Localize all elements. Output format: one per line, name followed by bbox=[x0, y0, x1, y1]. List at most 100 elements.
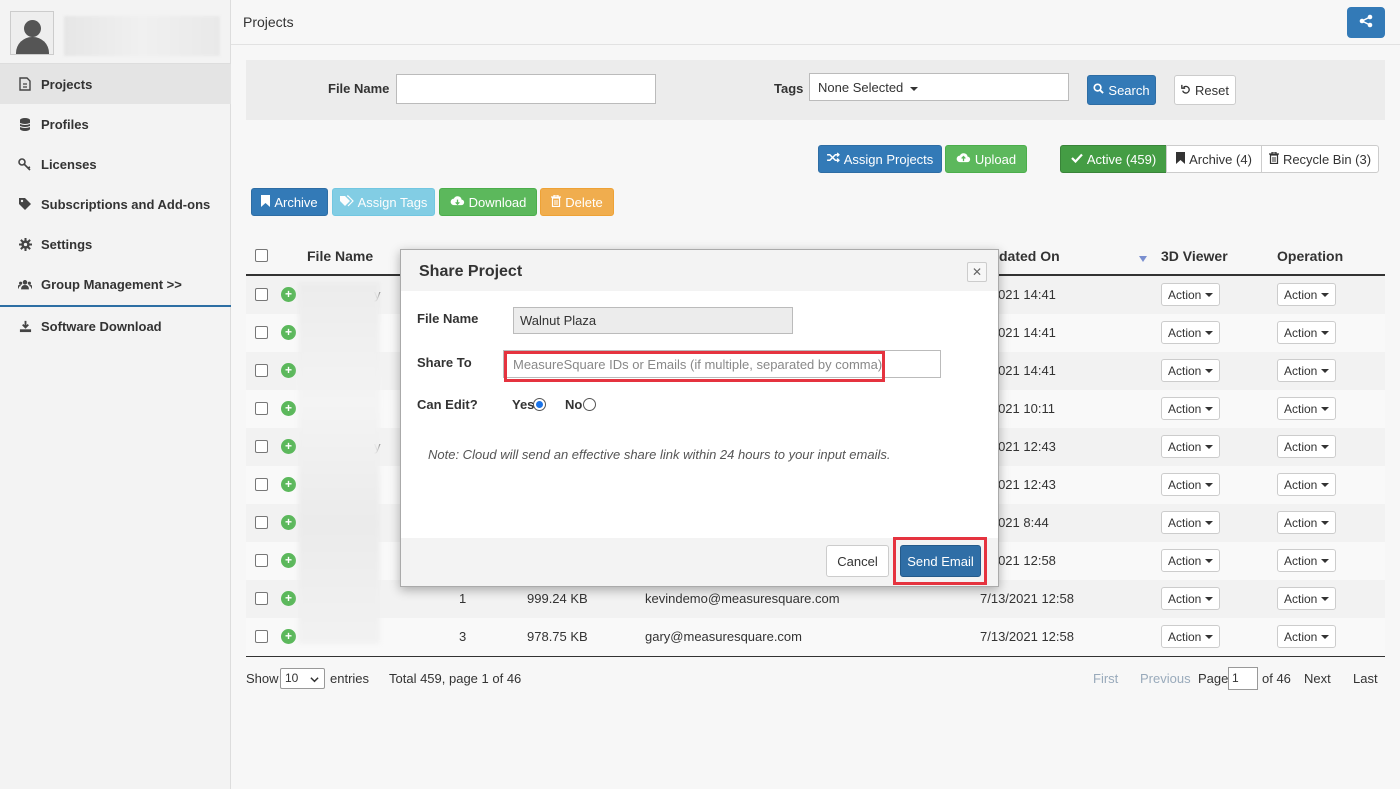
sidebar-item-projects[interactable]: Projects bbox=[0, 64, 231, 104]
tags-select[interactable]: None Selected bbox=[809, 73, 1069, 101]
operation-action-button[interactable]: Action bbox=[1277, 321, 1337, 344]
first-page-link[interactable]: First bbox=[1093, 671, 1118, 686]
entries-select-value: 10 bbox=[285, 671, 299, 685]
caret-down-icon bbox=[1205, 444, 1214, 449]
viewer-action-button[interactable]: Action bbox=[1161, 435, 1221, 458]
expand-plus-icon[interactable]: + bbox=[281, 401, 296, 416]
close-button[interactable]: ✕ bbox=[967, 262, 987, 282]
viewer-action-button[interactable]: Action bbox=[1161, 359, 1221, 382]
sidebar-item-label: Subscriptions and Add-ons bbox=[41, 196, 211, 212]
caret-down-icon bbox=[1205, 406, 1214, 411]
sort-desc-icon[interactable] bbox=[1139, 256, 1147, 262]
operation-action-button[interactable]: Action bbox=[1277, 549, 1337, 572]
row-checkbox[interactable] bbox=[255, 288, 268, 301]
close-icon: ✕ bbox=[971, 265, 983, 279]
sidebar-item-licenses[interactable]: Licenses bbox=[0, 144, 231, 184]
size-cell: 978.75 KB bbox=[527, 629, 588, 644]
expand-plus-icon[interactable]: + bbox=[281, 439, 296, 454]
viewer-action-button[interactable]: Action bbox=[1161, 473, 1221, 496]
caret-down-icon bbox=[1321, 330, 1330, 335]
caret-down-icon bbox=[1321, 368, 1330, 373]
operation-action-button[interactable]: Action bbox=[1277, 587, 1337, 610]
row-checkbox[interactable] bbox=[255, 554, 268, 567]
operation-action-button[interactable]: Action bbox=[1277, 625, 1337, 648]
row-checkbox[interactable] bbox=[255, 402, 268, 415]
expand-plus-icon[interactable]: + bbox=[281, 363, 296, 378]
sidebar-item-label: Projects bbox=[41, 76, 93, 92]
row-checkbox[interactable] bbox=[255, 478, 268, 491]
can-edit-yes-radio[interactable] bbox=[533, 398, 546, 411]
assign-projects-label: Assign Projects bbox=[843, 151, 934, 167]
viewer-action-button[interactable]: Action bbox=[1161, 397, 1221, 420]
file-icon bbox=[18, 77, 32, 91]
viewer-action-button[interactable]: Action bbox=[1161, 549, 1221, 572]
operation-action-button[interactable]: Action bbox=[1277, 283, 1337, 306]
action-label: Action bbox=[1284, 363, 1318, 378]
operation-action-button[interactable]: Action bbox=[1277, 359, 1337, 382]
operation-action-button[interactable]: Action bbox=[1277, 397, 1337, 420]
count-cell: 1 bbox=[459, 591, 467, 606]
row-checkbox[interactable] bbox=[255, 592, 268, 605]
page-total-label: of 46 bbox=[1262, 671, 1291, 686]
tags-icon bbox=[18, 197, 32, 211]
tab-archive[interactable]: Archive (4) bbox=[1166, 145, 1262, 173]
column-file-name[interactable]: File Name bbox=[307, 248, 373, 264]
expand-plus-icon[interactable]: + bbox=[281, 515, 296, 530]
assign-tags-button[interactable]: Assign Tags bbox=[332, 188, 435, 216]
row-checkbox[interactable] bbox=[255, 364, 268, 377]
row-checkbox[interactable] bbox=[255, 630, 268, 643]
action-label: Action bbox=[1168, 287, 1202, 302]
row-checkbox[interactable] bbox=[255, 326, 268, 339]
sidebar-item-settings[interactable]: Settings bbox=[0, 224, 231, 264]
sidebar-item-group-management[interactable]: Group Management >> bbox=[0, 264, 231, 304]
row-checkbox[interactable] bbox=[255, 516, 268, 529]
database-icon bbox=[18, 117, 32, 131]
viewer-action-button[interactable]: Action bbox=[1161, 625, 1221, 648]
viewer-action-button[interactable]: Action bbox=[1161, 283, 1221, 306]
viewer-action-button[interactable]: Action bbox=[1161, 587, 1221, 610]
sidebar-item-subscriptions[interactable]: Subscriptions and Add-ons bbox=[0, 184, 231, 224]
updated-on-cell: 7/13/2021 12:58 bbox=[980, 591, 1074, 606]
next-page-link[interactable]: Next bbox=[1304, 671, 1331, 686]
upload-button[interactable]: Upload bbox=[945, 145, 1027, 173]
viewer-action-button[interactable]: Action bbox=[1161, 321, 1221, 344]
tab-active[interactable]: Active (459) bbox=[1060, 145, 1167, 173]
sidebar-item-software-download[interactable]: Software Download bbox=[0, 306, 231, 346]
expand-plus-icon[interactable]: + bbox=[281, 287, 296, 302]
avatar[interactable] bbox=[10, 11, 54, 55]
download-button[interactable]: Download bbox=[439, 188, 537, 216]
archive-button[interactable]: Archive bbox=[251, 188, 328, 216]
entries-select[interactable]: 10 bbox=[280, 668, 325, 689]
expand-plus-icon[interactable]: + bbox=[281, 553, 296, 568]
operation-action-button[interactable]: Action bbox=[1277, 473, 1337, 496]
column-updated-on[interactable]: dated On bbox=[999, 248, 1060, 264]
action-label: Action bbox=[1168, 439, 1202, 454]
viewer-action-button[interactable]: Action bbox=[1161, 511, 1221, 534]
sidebar-item-profiles[interactable]: Profiles bbox=[0, 104, 231, 144]
can-edit-no-radio[interactable] bbox=[583, 398, 596, 411]
cancel-button[interactable]: Cancel bbox=[826, 545, 889, 577]
assign-projects-button[interactable]: Assign Projects bbox=[818, 145, 942, 173]
expand-plus-icon[interactable]: + bbox=[281, 477, 296, 492]
page-input[interactable]: 1 bbox=[1228, 667, 1258, 690]
expand-plus-icon[interactable]: + bbox=[281, 591, 296, 606]
file-name-input[interactable] bbox=[396, 74, 656, 104]
caret-down-icon bbox=[1205, 596, 1214, 601]
operation-action-button[interactable]: Action bbox=[1277, 511, 1337, 534]
expand-plus-icon[interactable]: + bbox=[281, 629, 296, 644]
assign-tags-label: Assign Tags bbox=[357, 194, 428, 210]
share-button[interactable] bbox=[1347, 7, 1385, 38]
row-checkbox[interactable] bbox=[255, 440, 268, 453]
reset-button[interactable]: Reset bbox=[1174, 75, 1236, 105]
caret-down-icon bbox=[909, 86, 918, 91]
tab-recycle-bin[interactable]: Recycle Bin (3) bbox=[1261, 145, 1379, 173]
select-all-checkbox[interactable] bbox=[255, 249, 268, 262]
last-page-link[interactable]: Last bbox=[1353, 671, 1378, 686]
expand-plus-icon[interactable]: + bbox=[281, 325, 296, 340]
send-email-button[interactable]: Send Email bbox=[900, 545, 981, 577]
operation-action-button[interactable]: Action bbox=[1277, 435, 1337, 458]
delete-button[interactable]: Delete bbox=[540, 188, 614, 216]
previous-page-link[interactable]: Previous bbox=[1140, 671, 1191, 686]
share-icon bbox=[1359, 14, 1373, 31]
search-button[interactable]: Search bbox=[1087, 75, 1156, 105]
